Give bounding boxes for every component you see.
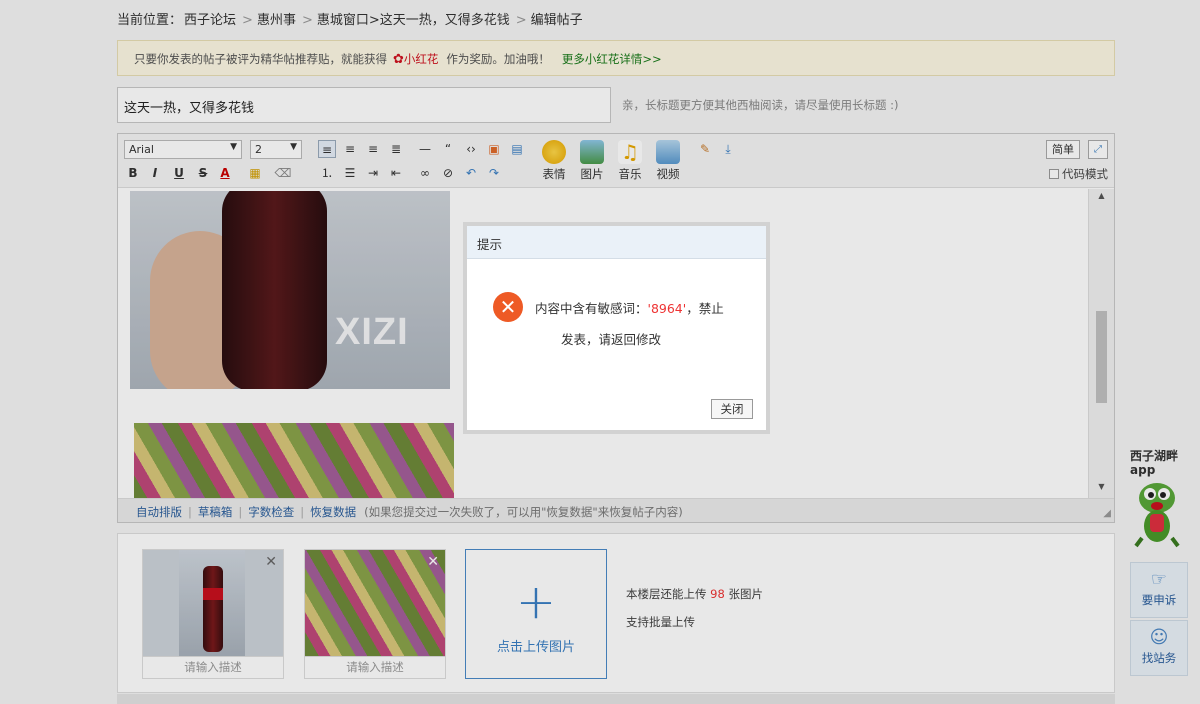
breadcrumb: 当前位置： 西子论坛 > 惠州事 > 惠城窗口>这天一热，又得多花钱 > 编辑帖子 [117, 9, 585, 28]
strikethrough-icon[interactable]: S [194, 164, 212, 182]
sensitive-keyword: '8964' [647, 301, 687, 316]
upload-remaining: 本楼层还能上传 98 张图片 [626, 587, 763, 601]
image-upload-area: ✕ 请输入描述 ✕ 请输入描述 + 点击上传图片 本楼层还能上传 98 张图片 … [117, 533, 1115, 693]
bold-icon[interactable]: B [124, 164, 142, 182]
batch-upload-note: 支持批量上传 [626, 615, 695, 629]
film-icon [656, 140, 680, 164]
title-hint: 亲，长标题更方便其他西柚阅读，请尽量使用长标题 :) [622, 98, 899, 112]
bottom-strip [117, 694, 1115, 704]
background-color-icon[interactable]: ▦ [246, 164, 264, 182]
underline-icon[interactable]: U [170, 164, 188, 182]
align-center-icon[interactable]: ≡ [341, 140, 359, 158]
hide-content-icon[interactable]: ▤ [508, 140, 526, 158]
align-left-icon[interactable]: ≡ [318, 140, 336, 158]
uploaded-thumb: ✕ 请输入描述 [142, 549, 284, 679]
align-right-icon[interactable]: ≡ [364, 140, 382, 158]
upload-image-button[interactable]: + 点击上传图片 [465, 549, 607, 679]
word-count-link[interactable]: 字数检查 [248, 505, 294, 519]
eraser-icon[interactable]: ⌫ [274, 164, 292, 182]
undo-icon[interactable]: ↶ [462, 164, 480, 182]
mascot-image[interactable] [1132, 478, 1182, 548]
outdent-icon[interactable]: ⇤ [387, 164, 405, 182]
picture-icon [580, 140, 604, 164]
dialog-title: 提示 [467, 226, 766, 259]
dialog-message: 内容中含有敏感词：'8964'，禁止 [535, 301, 724, 316]
align-justify-icon[interactable]: ≣ [387, 140, 405, 158]
dialog-close-button[interactable]: 关闭 [711, 399, 753, 419]
font-family-select[interactable]: Arial ▼ [124, 140, 242, 159]
breadcrumb-separator: > [515, 13, 527, 28]
redo-icon[interactable]: ↷ [485, 164, 503, 182]
sale-icon[interactable]: ▣ [485, 140, 503, 158]
flower-icon: ✿ [393, 52, 404, 67]
thumb-image-icecream [305, 550, 445, 656]
uploaded-thumb: ✕ 请输入描述 [304, 549, 446, 679]
find-admin-button[interactable]: ☺ 找站务 [1130, 620, 1188, 676]
thumb-image-cola [143, 550, 283, 656]
italic-icon[interactable]: I [146, 164, 164, 182]
unordered-list-icon[interactable]: ☰ [341, 164, 359, 182]
ordered-list-icon[interactable]: ⒈ [318, 164, 336, 182]
document-hand-icon: ☞ [1150, 569, 1168, 590]
post-title-input[interactable]: 这天一热，又得多花钱 [117, 87, 611, 123]
image-description-input[interactable]: 请输入描述 [143, 656, 283, 678]
emoji-button[interactable]: 表情 [539, 140, 569, 182]
scrollbar-thumb[interactable] [1096, 311, 1107, 403]
dialog-message-line2: 发表，请返回修改 [561, 332, 662, 347]
alert-dialog: 提示 ✕ 内容中含有敏感词：'8964'，禁止 发表，请返回修改 关闭 [463, 222, 770, 434]
code-mode-checkbox[interactable]: 代码模式 [1049, 166, 1108, 182]
remove-image-icon[interactable]: ✕ [265, 554, 277, 570]
scroll-down-icon[interactable]: ▼ [1089, 482, 1114, 496]
image-button[interactable]: 图片 [577, 140, 607, 182]
resize-grip-icon[interactable]: ◢ [1103, 508, 1111, 519]
notice-suffix: 作为奖励。加油哦！ [446, 52, 550, 66]
notice-text: 只要你发表的帖子被评为精华帖推荐贴，就能获得 [134, 52, 387, 66]
breadcrumb-separator: > [242, 13, 253, 28]
editor-toolbar: Arial ▼ 2 ▼ B I U S A ▦ ⌫ ≡ ≡ ≡ ≣ ⒈ ☰ ⇥ ⇤ … [118, 134, 1114, 188]
horizontal-rule-icon[interactable]: — [416, 140, 434, 158]
breadcrumb-item-edit: 编辑帖子 [530, 13, 583, 28]
restore-hint: (如果您提交过一次失败了，可以用"恢复数据"来恢复帖子内容) [364, 505, 683, 519]
checkbox-icon [1049, 169, 1059, 179]
auto-format-link[interactable]: 自动排版 [136, 505, 182, 519]
smiley-icon [542, 140, 566, 164]
breadcrumb-item-thread[interactable]: 惠城窗口>这天一热，又得多花钱 [317, 13, 510, 28]
image-description-input[interactable]: 请输入描述 [305, 656, 445, 678]
unlink-icon[interactable]: ⊘ [439, 164, 457, 182]
drafts-link[interactable]: 草稿箱 [198, 505, 233, 519]
indent-icon[interactable]: ⇥ [364, 164, 382, 182]
breadcrumb-item-huizhou[interactable]: 惠州事 [257, 13, 296, 28]
cola-image: XIZI [130, 191, 450, 389]
code-icon[interactable]: ‹› [462, 140, 480, 158]
editor-scrollbar[interactable]: ▲ ▼ [1088, 189, 1114, 498]
quote-icon[interactable]: “ [439, 140, 457, 158]
headset-icon: ☺ [1149, 627, 1169, 648]
remove-image-icon[interactable]: ✕ [427, 554, 439, 570]
plus-icon: + [515, 574, 557, 630]
reward-notice: 只要你发表的帖子被评为精华帖推荐贴，就能获得 ✿小红花 作为奖励。加油哦！ 更多小红花… [117, 40, 1115, 76]
download-icon[interactable]: ⤓ [719, 140, 737, 158]
breadcrumb-separator: > [301, 13, 313, 28]
icecream-image [134, 423, 454, 498]
attachment-icon[interactable]: ✎ [696, 140, 714, 158]
editor-statusbar: 自动排版 | 草稿箱 | 字数检查 | 恢复数据 (如果您提交过一次失败了，可以用"恢复数据"… [118, 498, 1114, 522]
image-watermark: XIZI [335, 311, 409, 353]
notice-reward: 小红花 [403, 52, 439, 66]
restore-data-link[interactable]: 恢复数据 [310, 505, 356, 519]
breadcrumb-item-forum[interactable]: 西子论坛 [184, 13, 236, 28]
app-promo-label[interactable]: 西子湖畔 app [1130, 449, 1178, 477]
font-size-select[interactable]: 2 ▼ [250, 140, 302, 159]
more-flower-link[interactable]: 更多小红花详情>> [562, 52, 662, 66]
music-button[interactable]: ♫ 音乐 [615, 140, 645, 182]
complain-button[interactable]: ☞ 要申诉 [1130, 562, 1188, 618]
simple-mode-button[interactable]: 简单 [1046, 140, 1080, 159]
link-icon[interactable]: ∞ [416, 164, 434, 182]
error-icon: ✕ [493, 292, 523, 322]
fullscreen-icon[interactable]: ⤢ [1088, 140, 1108, 159]
music-note-icon: ♫ [618, 140, 642, 164]
font-color-icon[interactable]: A [216, 164, 234, 182]
breadcrumb-prefix: 当前位置： [117, 13, 183, 28]
scroll-up-icon[interactable]: ▲ [1089, 191, 1114, 205]
video-button[interactable]: 视频 [653, 140, 683, 182]
